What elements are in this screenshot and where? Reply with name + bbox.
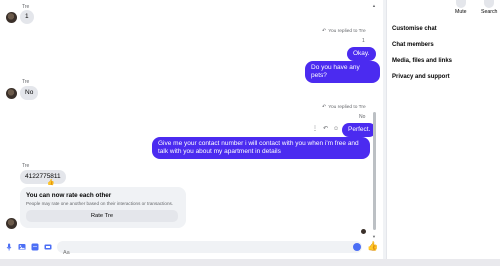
chat-pane: ▲ Tre 1 ↶ You replied to Tre 1 Okay. Do … [0,0,380,266]
menu-customise-chat[interactable]: Customise chat [392,26,437,32]
gif-icon[interactable] [44,243,52,251]
microphone-icon[interactable] [5,243,13,251]
outgoing-message[interactable]: Perfect. [342,123,377,137]
scroll-down-arrow-icon[interactable]: ▼ [372,234,376,239]
bell-icon [455,0,466,8]
reply-arrow-icon: ↶ [322,104,327,110]
outgoing-message[interactable]: Give me your contact number i will conta… [152,137,370,159]
reply-note: ↶ You replied to Tre [322,28,366,34]
menu-media-files-links[interactable]: Media, files and links [392,58,452,64]
emoji-icon[interactable] [353,243,361,251]
quoted-message[interactable]: 1 [362,38,365,44]
avatar[interactable] [6,218,17,229]
rating-card-title: You can now rate each other [26,192,112,199]
message-actions: ⋮ ↶ ☺ [312,125,339,133]
menu-chat-members[interactable]: Chat members [392,42,434,48]
outgoing-message[interactable]: Okay. [347,47,376,61]
react-icon[interactable]: ☺ [333,126,339,132]
thumbs-up-icon[interactable]: 👍 [367,241,378,252]
avatar[interactable] [6,88,17,99]
search-icon [484,0,495,8]
outgoing-message[interactable]: Do you have any pets? [305,61,380,83]
message-input[interactable] [57,247,337,259]
thumbs-up-reaction-icon[interactable]: 👍 [47,179,54,186]
rating-card: You can now rate each other People may r… [20,187,186,228]
menu-privacy-support[interactable]: Privacy and support [392,74,450,80]
reply-arrow-icon: ↶ [322,28,327,34]
sender-name: Tre [22,79,30,85]
reply-icon[interactable]: ↶ [323,125,328,132]
rate-button[interactable]: Rate Tre [26,210,178,222]
more-options-icon[interactable]: ⋮ [312,125,318,132]
mute-label: Mute [455,9,467,15]
reply-note: ↶ You replied to Tre [322,104,366,110]
reply-note-text: You replied to Tre [328,28,366,34]
incoming-message[interactable]: No [20,86,39,100]
chat-info-panel [386,0,500,266]
message-input-box [57,241,362,259]
scrollbar-thumb[interactable] [373,112,376,230]
rating-card-subtitle: People may rate one another based on the… [26,201,174,206]
scroll-up-arrow-icon[interactable]: ▲ [372,3,376,8]
search-button[interactable]: Search [481,0,497,15]
search-label: Search [481,9,498,15]
image-icon[interactable] [18,243,26,251]
avatar[interactable] [6,12,17,23]
incoming-message[interactable]: 1 [20,10,34,24]
sticker-icon[interactable] [31,243,39,251]
seen-avatar [361,229,366,234]
taskbar-strip [0,259,500,266]
reply-note-text: You replied to Tre [328,104,366,110]
incoming-message[interactable]: 4122775811 [20,170,66,184]
quoted-message[interactable]: No [359,114,365,120]
sender-name: Tre [22,163,30,169]
mute-button[interactable]: Mute [455,0,467,15]
